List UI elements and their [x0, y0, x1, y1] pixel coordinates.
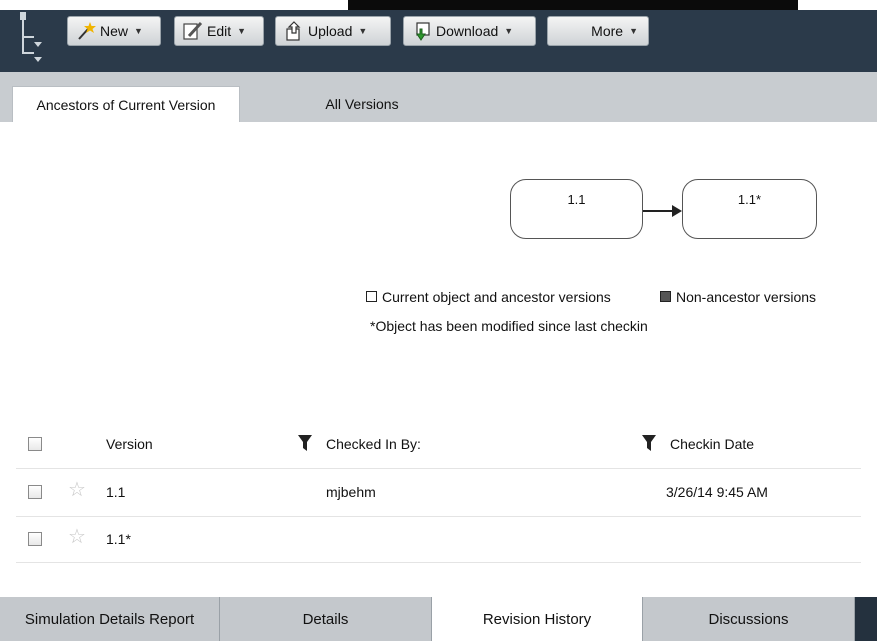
more-button-label: More	[591, 23, 624, 39]
select-all-checkbox[interactable]	[28, 437, 42, 451]
ancestry-arrow	[643, 210, 675, 212]
legend-current-label: Current object and ancestor versions	[382, 289, 611, 305]
filter-icon[interactable]	[642, 434, 656, 452]
tab-simulation-details-report[interactable]: Simulation Details Report	[0, 597, 220, 641]
more-button[interactable]: More ▼	[547, 16, 649, 46]
chevron-down-icon: ▼	[134, 26, 143, 36]
download-button[interactable]: Download ▼	[403, 16, 536, 46]
version-node-label: 1.1*	[737, 192, 762, 207]
top-strip	[0, 0, 877, 10]
legend-non-ancestor: Non-ancestor versions	[660, 289, 816, 305]
download-button-label: Download	[436, 23, 499, 39]
version-node-label: 1.1	[567, 192, 586, 207]
upload-icon	[286, 21, 301, 41]
tab-all-versions[interactable]: All Versions	[282, 86, 442, 122]
column-header-checkin-date[interactable]: Checkin Date	[670, 436, 754, 452]
edit-pencil-icon	[183, 21, 203, 40]
tab-label: All Versions	[325, 96, 399, 112]
edit-button[interactable]: Edit ▼	[174, 16, 264, 46]
legend-non-ancestor-label: Non-ancestor versions	[676, 289, 817, 305]
table-row[interactable]: ☆ 1.1*	[16, 516, 861, 563]
upload-button-label: Upload	[308, 23, 353, 39]
tab-discussions[interactable]: Discussions	[643, 597, 855, 641]
legend-current: Current object and ancestor versions	[366, 289, 611, 305]
checkin-date-cell: 3/26/14 9:45 AM	[666, 484, 768, 500]
chevron-down-icon: ▼	[358, 26, 368, 36]
chevron-down-icon: ▼	[237, 26, 247, 36]
star-icon[interactable]: ☆	[68, 480, 86, 500]
checked-in-by-cell: mjbehm	[326, 484, 376, 500]
legend-filled-square-icon	[660, 291, 671, 302]
row-checkbox[interactable]	[28, 532, 42, 546]
tab-label: Discussions	[708, 610, 789, 628]
tab-label: Details	[302, 610, 349, 628]
chevron-down-icon: ▼	[504, 26, 514, 36]
new-button-label: New	[100, 23, 129, 39]
version-node-1-1[interactable]: 1.1	[510, 179, 643, 239]
new-button[interactable]: New ▼	[67, 16, 161, 46]
version-cell[interactable]: 1.1*	[106, 531, 131, 547]
version-node-1-1-modified[interactable]: 1.1*	[682, 179, 817, 239]
tab-details[interactable]: Details	[220, 597, 432, 641]
top-black-bar	[348, 0, 798, 10]
upload-button[interactable]: Upload ▼	[275, 16, 391, 46]
table-row[interactable]: ☆ 1.1 mjbehm 3/26/14 9:45 AM	[16, 468, 861, 517]
bottom-tabs: Simulation Details Report Details Revisi…	[0, 597, 877, 641]
edit-button-label: Edit	[207, 23, 232, 39]
filter-icon[interactable]	[298, 434, 312, 452]
magic-wand-icon	[78, 22, 96, 40]
version-cell[interactable]: 1.1	[106, 484, 125, 500]
legend-square-icon	[366, 291, 377, 302]
modified-note: *Object has been modified since last che…	[370, 318, 648, 334]
column-header-version[interactable]: Version	[106, 436, 153, 452]
tab-label: Simulation Details Report	[24, 610, 195, 628]
tab-ancestors-of-current-version[interactable]: Ancestors of Current Version	[12, 86, 240, 122]
row-checkbox[interactable]	[28, 485, 42, 499]
view-tabs: Ancestors of Current Version All Version…	[0, 72, 877, 122]
star-icon[interactable]: ☆	[68, 527, 86, 547]
column-header-checked-in-by[interactable]: Checked In By:	[326, 436, 421, 452]
chevron-down-icon: ▼	[629, 26, 638, 36]
toolbar: New ▼ Edit ▼ Upload ▼ Download ▼ More ▼	[0, 10, 877, 72]
tree-icon[interactable]	[18, 12, 46, 64]
download-icon	[416, 22, 430, 41]
tab-revision-history[interactable]: Revision History	[432, 597, 643, 641]
tab-label: Revision History	[482, 610, 592, 628]
tab-label: Ancestors of Current Version	[36, 96, 216, 113]
arrow-head-icon	[672, 205, 682, 217]
table-header: Version Checked In By: Checkin Date	[16, 422, 861, 469]
